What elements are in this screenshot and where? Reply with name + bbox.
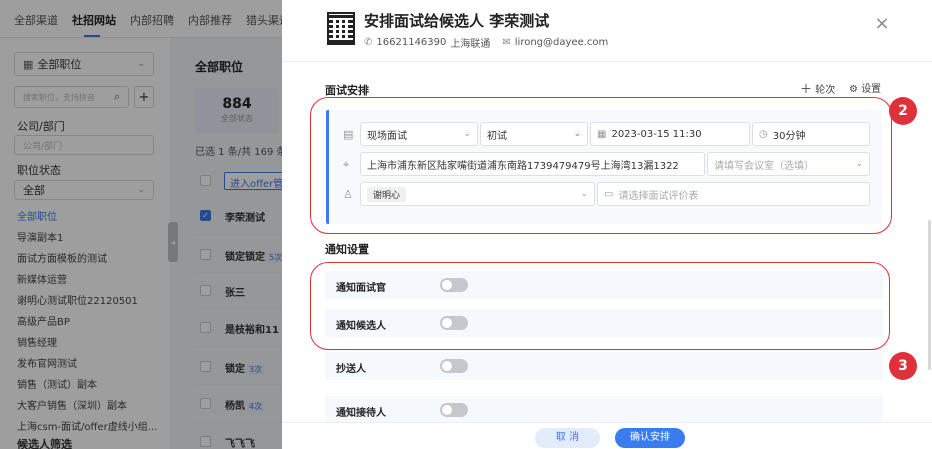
notify-receptionist-toggle[interactable]	[440, 403, 468, 417]
cc-label: 抄送人	[336, 364, 366, 375]
arrange-interview-drawer: 安排面试给候选人 李荣测试 ✆ 16621146390 上海联通 ✉ liron…	[282, 0, 932, 449]
drawer-title: 安排面试给候选人 李荣测试	[364, 12, 550, 30]
plus-icon: ＋	[800, 82, 813, 96]
candidate-phone: 16621146390	[376, 37, 447, 48]
add-round-label: 轮次	[815, 85, 836, 96]
cancel-button[interactable]: 取 消	[535, 428, 600, 448]
confirm-arrange-button[interactable]: 确认安排	[615, 428, 685, 448]
candidate-email: lirong@dayee.com	[514, 37, 609, 48]
settings-label: 设置	[861, 84, 882, 95]
drawer-footer: 取 消 确认安排	[282, 422, 932, 449]
annotation-box-2	[310, 97, 892, 234]
notify-receptionist-label: 通知接待人	[336, 408, 386, 419]
mail-icon: ✉	[502, 37, 511, 48]
annotation-badge-3: 3	[889, 352, 917, 380]
cc-toggle[interactable]	[440, 359, 468, 373]
cc-row: 抄送人	[325, 352, 883, 380]
annotation-box-3	[310, 262, 890, 350]
add-round-button[interactable]: ＋ 轮次	[800, 80, 835, 97]
candidate-contact: ✆ 16621146390 上海联通 ✉ lirong@dayee.com	[364, 35, 608, 50]
phone-icon: ✆	[364, 37, 373, 48]
gear-icon: ⚙	[849, 84, 858, 95]
notify-section-title: 通知设置	[325, 243, 369, 256]
annotation-badge-2: 2	[889, 97, 917, 125]
qr-code-icon	[327, 12, 355, 45]
phone-carrier: 上海联通	[450, 39, 491, 50]
schedule-section-title: 面试安排	[325, 84, 369, 97]
drawer-header: 安排面试给候选人 李荣测试 ✆ 16621146390 上海联通 ✉ liron…	[282, 0, 932, 62]
close-button[interactable]: ×	[872, 14, 892, 34]
settings-button[interactable]: ⚙ 设置	[849, 80, 881, 95]
drawer-scrollbar[interactable]	[928, 220, 931, 370]
notify-receptionist-row: 通知接待人	[325, 396, 883, 424]
